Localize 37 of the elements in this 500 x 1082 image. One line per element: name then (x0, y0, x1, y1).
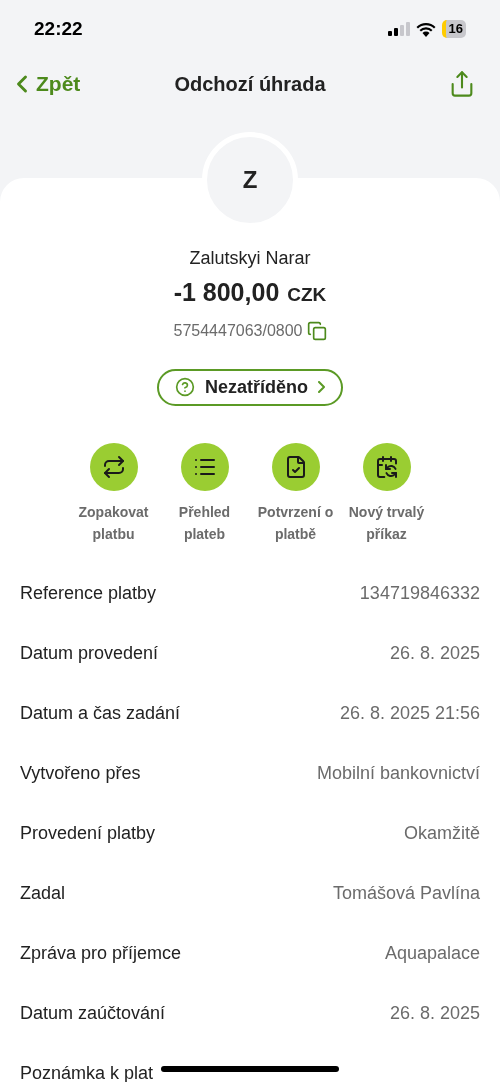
amount: -1 800,00 (173, 277, 280, 308)
detail-value: 26. 8. 2025 (389, 1002, 480, 1025)
detail-value: 134719846332 (359, 582, 480, 605)
detail-label: Poznámka k plat (20, 1062, 154, 1082)
signal-icon (387, 22, 410, 36)
action-button[interactable]: Nový trvalý příkaz (341, 442, 432, 545)
back-button[interactable]: Zpět (8, 68, 81, 100)
detail-label: Vytvořeno přes (20, 762, 141, 785)
chevron-icon (318, 381, 325, 393)
detail-label: Datum zaúčtování (20, 1002, 166, 1025)
repeat-icon (101, 454, 126, 479)
detail-value: 26. 8. 2025 (389, 642, 480, 665)
calendar-icon (374, 454, 399, 479)
detail-label: Zpráva pro příjemce (20, 942, 182, 965)
status-time: 22:22 (34, 16, 83, 41)
action-button[interactable]: Potvrzení o platbě (250, 442, 341, 545)
detail-label: Zadal (20, 882, 66, 905)
page-title: Odchozí úhrada (174, 72, 326, 97)
copy-icon[interactable] (306, 320, 327, 341)
action-button[interactable]: Zopakovat platbu (68, 442, 159, 545)
detail-value: Aquapalace (384, 942, 480, 965)
detail-value: Tomášová Pavlína (332, 882, 480, 905)
action-button[interactable]: Přehled plateb (159, 442, 250, 545)
detail-label: Datum provedení (20, 642, 159, 665)
detail-value: Okamžitě (403, 822, 480, 845)
wifi-icon (415, 21, 436, 37)
question-icon (175, 377, 195, 397)
detail-value: Mobilní bankovnictví (316, 762, 480, 785)
counterparty-name: Zalutskyi Narar (189, 247, 311, 270)
battery-indicator: 16 (441, 20, 466, 38)
detail-label: Reference platby (20, 582, 157, 605)
detail-label: Datum a čas zadání (20, 702, 181, 725)
currency: CZK (287, 283, 327, 307)
category-button[interactable]: Nezatříděno (157, 368, 343, 406)
detail-value: 26. 8. 2025 21:56 (339, 702, 480, 725)
detail-label: Provedení platby (20, 822, 156, 845)
account-number: 5754447063/0800 (173, 320, 303, 341)
